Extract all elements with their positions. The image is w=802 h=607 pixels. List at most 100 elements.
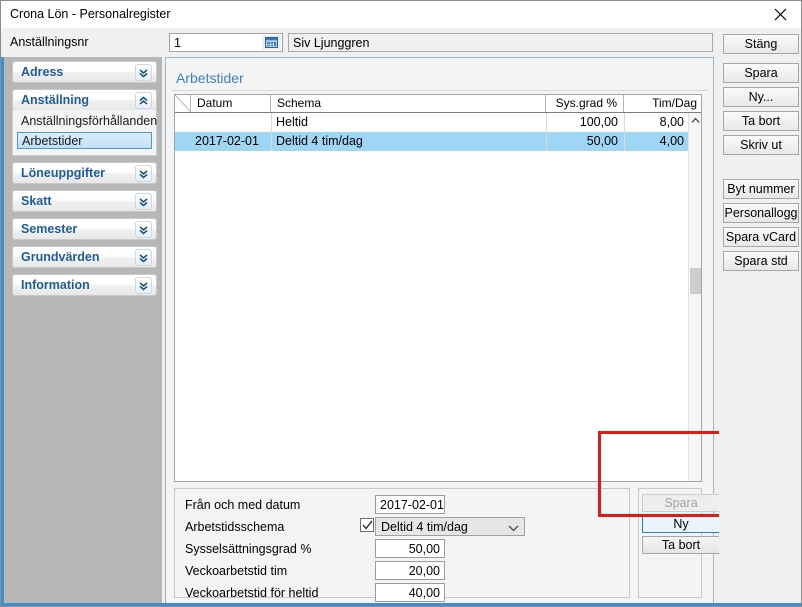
sidebar-section-label: Anställning xyxy=(21,93,90,107)
form-row-fran-och-med-datum: Från och med datum 2017-02-01 xyxy=(175,494,631,516)
lookup-icon-glyph xyxy=(265,37,278,48)
window-title: Crona Lön - Personalregister xyxy=(10,7,171,21)
spara-button[interactable]: Spara xyxy=(723,63,799,83)
field-value: Deltid 4 tim/dag xyxy=(381,520,468,534)
corner-triangle-glyph xyxy=(175,95,190,112)
chevron-double-up-icon[interactable] xyxy=(135,92,152,109)
sidebar-section-label: Skatt xyxy=(21,194,52,208)
cell-datum xyxy=(191,113,271,132)
employee-number-input[interactable]: 1 xyxy=(169,33,283,52)
chevron-double-down-glyph xyxy=(139,282,148,291)
scrollbar-thumb[interactable] xyxy=(690,268,701,294)
sysselsattningsgrad-input[interactable]: 50,00 xyxy=(375,539,445,558)
record-action-group: Spara Ny Ta bort xyxy=(638,488,720,598)
table-row[interactable]: Heltid 100,00 8,00 xyxy=(175,113,701,132)
cell-timdag: 8,00 xyxy=(624,113,690,132)
arbetstidsschema-select[interactable]: Deltid 4 tim/dag xyxy=(375,517,525,536)
page-title: Arbetstider xyxy=(176,70,244,86)
lookup-table-icon[interactable] xyxy=(262,35,281,50)
chevron-double-down-icon[interactable] xyxy=(135,249,152,266)
sidebar-section-anstallning[interactable]: Anställning xyxy=(12,89,157,111)
employee-name-field: Siv Ljunggren xyxy=(288,33,713,52)
chevron-double-down-glyph xyxy=(139,69,148,78)
chevron-double-down-icon[interactable] xyxy=(135,165,152,182)
sidebar-item-anstallningsforhallanden[interactable]: Anställningsförhållanden xyxy=(17,113,157,130)
form-ny-button[interactable]: Ny xyxy=(642,515,720,533)
spara-vcard-button[interactable]: Spara vCard xyxy=(723,227,799,247)
chevron-double-down-icon[interactable] xyxy=(135,193,152,210)
table-row[interactable]: 2017-02-01 Deltid 4 tim/dag 50,00 4,00 xyxy=(175,132,701,151)
sidebar-section-information[interactable]: Information xyxy=(12,274,157,296)
chevron-double-up-glyph xyxy=(139,96,148,105)
right-button-column: Stäng Spara Ny... Ta bort Skriv ut Byt n… xyxy=(719,28,801,606)
sidebar: Adress Anställning Anställningsförhållan… xyxy=(1,57,162,606)
chevron-double-down-glyph xyxy=(139,226,148,235)
stang-button[interactable]: Stäng xyxy=(723,34,799,54)
sidebar-list: Adress Anställning Anställningsförhållan… xyxy=(12,61,157,302)
title-bar: Crona Lön - Personalregister xyxy=(1,1,801,28)
ta-bort-button[interactable]: Ta bort xyxy=(723,111,799,131)
employee-number-label: Anställningsnr xyxy=(10,35,89,49)
chevron-double-down-icon[interactable] xyxy=(135,64,152,81)
grid-column-schema[interactable]: Schema xyxy=(271,95,546,112)
form-row-veckoarbetstid-tim: Veckoarbetstid tim 20,00 xyxy=(175,560,631,582)
grid-corner-icon xyxy=(175,95,190,112)
chevron-down-glyph xyxy=(508,525,519,531)
field-value: 50,00 xyxy=(408,542,440,556)
employee-name-value: Siv Ljunggren xyxy=(293,36,370,50)
grid-vertical-scrollbar[interactable] xyxy=(688,113,701,481)
title-divider xyxy=(172,90,708,91)
chevron-up-icon xyxy=(691,117,700,123)
arbetstider-grid[interactable]: Datum Schema Sys.grad % Tim/Dag Heltid 1… xyxy=(174,94,702,482)
chevron-double-down-icon[interactable] xyxy=(135,221,152,238)
form-ta-bort-button[interactable]: Ta bort xyxy=(642,536,720,554)
grid-header-row: Datum Schema Sys.grad % Tim/Dag xyxy=(175,95,701,113)
field-value: 2017-02-01 xyxy=(380,498,444,512)
chevron-double-down-glyph xyxy=(139,198,148,207)
field-label: Veckoarbetstid för heltid xyxy=(185,586,319,600)
field-label: Veckoarbetstid tim xyxy=(185,564,288,578)
sidebar-section-label: Löneuppgifter xyxy=(21,166,106,180)
content-panel: Arbetstider Arbetstider Datum Schema Sys… xyxy=(165,57,720,606)
personallogg-button[interactable]: Personallogg xyxy=(723,203,799,223)
close-button[interactable] xyxy=(758,1,801,28)
cell-schema: Deltid 4 tim/dag xyxy=(271,132,546,151)
spara-std-button[interactable]: Spara std xyxy=(723,251,799,271)
grid-column-timdag[interactable]: Tim/Dag xyxy=(624,95,701,112)
chevron-double-down-icon[interactable] xyxy=(135,277,152,294)
sidebar-item-label: Arbetstider xyxy=(22,134,83,148)
sidebar-section-grundvarden[interactable]: Grundvärden xyxy=(12,246,157,268)
grid-corner-cell[interactable] xyxy=(175,95,191,112)
application-window: Crona Lön - Personalregister Anställning… xyxy=(0,0,802,607)
cell-datum: 2017-02-01 xyxy=(195,134,259,148)
sidebar-subpanel-anstallning: Anställningsförhållanden Arbetstider xyxy=(12,110,157,156)
sidebar-section-label: Information xyxy=(21,278,90,292)
veckoarbetstid-heltid-input[interactable]: 40,00 xyxy=(375,583,445,602)
veckoarbetstid-tim-input[interactable]: 20,00 xyxy=(375,561,445,580)
form-spara-button[interactable]: Spara xyxy=(642,494,720,512)
form-row-arbetstidsschema: Arbetstidsschema Deltid 4 tim/dag xyxy=(175,516,631,538)
sidebar-section-label: Adress xyxy=(21,65,64,79)
ny-button[interactable]: Ny... xyxy=(723,87,799,107)
form-row-sysselsattningsgrad: Sysselsättningsgrad % 50,00 xyxy=(175,538,631,560)
sidebar-section-adress[interactable]: Adress xyxy=(12,61,157,83)
checkmark-icon xyxy=(362,520,373,530)
grid-column-sysgrad[interactable]: Sys.grad % xyxy=(546,95,624,112)
grid-column-datum[interactable]: Datum xyxy=(191,95,271,112)
sidebar-item-label: Anställningsförhållanden xyxy=(21,114,158,128)
sidebar-section-loneuppgifter[interactable]: Löneuppgifter xyxy=(12,162,157,184)
sidebar-section-skatt[interactable]: Skatt xyxy=(12,190,157,212)
cell-sysgrad: 50,00 xyxy=(546,132,624,151)
chevron-double-down-glyph xyxy=(139,254,148,263)
sidebar-section-semester[interactable]: Semester xyxy=(12,218,157,240)
arbetstidsschema-checkbox[interactable] xyxy=(360,518,374,532)
skriv-ut-button[interactable]: Skriv ut xyxy=(723,135,799,155)
byt-nummer-button[interactable]: Byt nummer xyxy=(723,179,799,199)
employee-number-value: 1 xyxy=(174,36,181,50)
scroll-up-button[interactable] xyxy=(689,113,701,127)
cell-schema: Heltid xyxy=(271,113,546,132)
fran-och-med-datum-input[interactable]: 2017-02-01 xyxy=(375,495,445,514)
arbetstid-detail-form: Från och med datum 2017-02-01 Arbetstids… xyxy=(174,488,631,606)
field-label: Från och med datum xyxy=(185,498,301,512)
sidebar-item-arbetstider[interactable]: Arbetstider xyxy=(17,132,152,149)
